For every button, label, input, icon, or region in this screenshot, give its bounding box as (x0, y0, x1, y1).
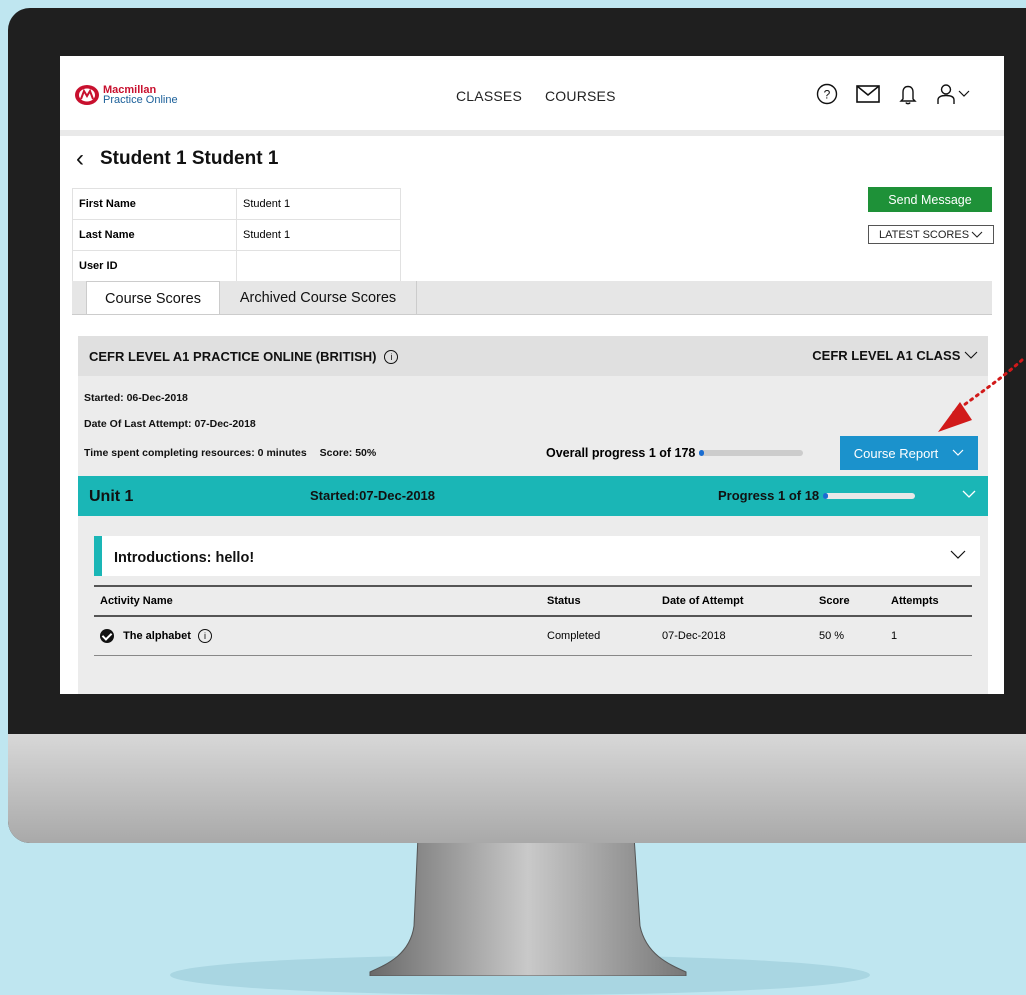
activity-name-cell: The alphabet i (94, 616, 546, 656)
info-label: User ID (72, 250, 237, 282)
unit-header[interactable]: Unit 1 Started:07-Dec-2018 Progress 1 of… (78, 476, 988, 516)
student-info-table: First Name Student 1 Last Name Student 1… (72, 188, 401, 282)
page-title: Student 1 Student 1 (100, 148, 279, 169)
col-score: Score (818, 585, 890, 617)
bell-icon[interactable] (898, 83, 918, 105)
info-label: Last Name (72, 219, 237, 251)
col-activity-name: Activity Name (94, 585, 546, 617)
overall-progress-fill (699, 450, 704, 456)
annotation-arrow (938, 358, 1024, 432)
monitor-chin (8, 734, 1026, 843)
course-name: CEFR LEVEL A1 PRACTICE ONLINE (BRITISH) (89, 349, 377, 364)
check-circle-icon (100, 629, 114, 643)
course-card: CEFR LEVEL A1 PRACTICE ONLINE (BRITISH) … (78, 336, 988, 694)
info-value: Student 1 (236, 219, 401, 251)
top-icons: ? (816, 83, 970, 105)
overall-progress-bar (699, 450, 804, 456)
activity-date: 07-Dec-2018 (661, 616, 818, 656)
activities-header-row: Activity Name Status Date of Attempt Sco… (94, 585, 972, 617)
course-last-attempt: Date Of Last Attempt: 07-Dec-2018 (84, 418, 256, 430)
info-row: User ID (72, 250, 401, 282)
page-title-row: ‹ Student 1 Student 1 (76, 147, 279, 171)
main-nav: CLASSES COURSES (456, 88, 616, 104)
monitor-frame: Macmillan Practice Online CLASSES COURSE… (8, 8, 1026, 843)
course-time-score: Time spent completing resources: 0 minut… (84, 447, 376, 459)
chevron-down-icon (958, 90, 970, 97)
course-started: Started: 06-Dec-2018 (84, 392, 188, 404)
unit-progress-label: Progress 1 of 18 (718, 488, 820, 503)
user-icon (937, 84, 955, 104)
send-message-button[interactable]: Send Message (868, 187, 992, 212)
info-icon[interactable]: i (197, 629, 212, 643)
unit-progress-bar (823, 492, 916, 499)
app-screen: Macmillan Practice Online CLASSES COURSE… (60, 56, 1004, 694)
overall-progress: Overall progress 1 of 178 (546, 446, 804, 460)
chevron-down-icon[interactable] (962, 490, 976, 499)
info-icon[interactable]: i (384, 349, 399, 364)
help-icon[interactable]: ? (816, 83, 838, 105)
info-value: Student 1 (236, 188, 401, 220)
logo-line2: Practice Online (103, 94, 178, 106)
tabs-bar: Course Scores Archived Course Scores (72, 281, 992, 315)
nav-classes[interactable]: CLASSES (456, 88, 522, 104)
user-menu[interactable] (936, 83, 970, 105)
time-spent: Time spent completing resources: 0 minut… (84, 447, 307, 459)
tab-course-scores[interactable]: Course Scores (86, 281, 220, 315)
col-date-of-attempt: Date of Attempt (661, 585, 818, 617)
logo-text: Macmillan Practice Online (103, 85, 178, 106)
activity-name: The alphabet (123, 629, 191, 642)
macmillan-logo-icon (75, 85, 99, 105)
chevron-down-icon (971, 231, 983, 238)
activity-attempts: 1 (890, 616, 972, 656)
table-row[interactable]: The alphabet i Completed 07-Dec-2018 50 … (94, 616, 972, 656)
lesson-header[interactable]: Introductions: hello! (94, 536, 980, 576)
course-name-wrap: CEFR LEVEL A1 PRACTICE ONLINE (BRITISH) … (89, 349, 399, 364)
activity-status: Completed (546, 616, 661, 656)
nav-courses[interactable]: COURSES (545, 88, 616, 104)
mail-icon[interactable] (856, 85, 880, 103)
tab-archived-course-scores[interactable]: Archived Course Scores (220, 281, 417, 314)
info-row: Last Name Student 1 (72, 219, 401, 251)
monitor-stand (369, 836, 687, 976)
col-attempts: Attempts (890, 585, 972, 617)
top-bar: Macmillan Practice Online CLASSES COURSE… (60, 56, 1004, 136)
course-header[interactable]: CEFR LEVEL A1 PRACTICE ONLINE (BRITISH) … (78, 336, 988, 376)
info-value (236, 250, 401, 282)
activity-score: 50 % (818, 616, 890, 656)
course-score: Score: 50% (319, 447, 377, 459)
info-row: First Name Student 1 (72, 188, 401, 220)
unit-started: Started:07-Dec-2018 (310, 488, 436, 503)
info-label: First Name (72, 188, 237, 220)
overall-progress-label: Overall progress 1 of 178 (546, 446, 696, 460)
app-logo[interactable]: Macmillan Practice Online (74, 84, 178, 106)
chevron-down-icon[interactable] (950, 550, 966, 560)
svg-text:?: ? (824, 88, 831, 102)
back-arrow-icon[interactable]: ‹ (76, 147, 84, 171)
unit-progress-fill (823, 492, 829, 499)
col-status: Status (546, 585, 661, 617)
unit-name: Unit 1 (89, 488, 134, 505)
lesson-title: Introductions: hello! (114, 550, 255, 566)
activities-table: Activity Name Status Date of Attempt Sco… (94, 585, 972, 656)
tabs-divider (72, 314, 992, 315)
latest-scores-label: LATEST SCORES (878, 228, 970, 241)
latest-scores-dropdown[interactable]: LATEST SCORES (868, 225, 994, 244)
unit-progress: Progress 1 of 18 (718, 488, 916, 503)
